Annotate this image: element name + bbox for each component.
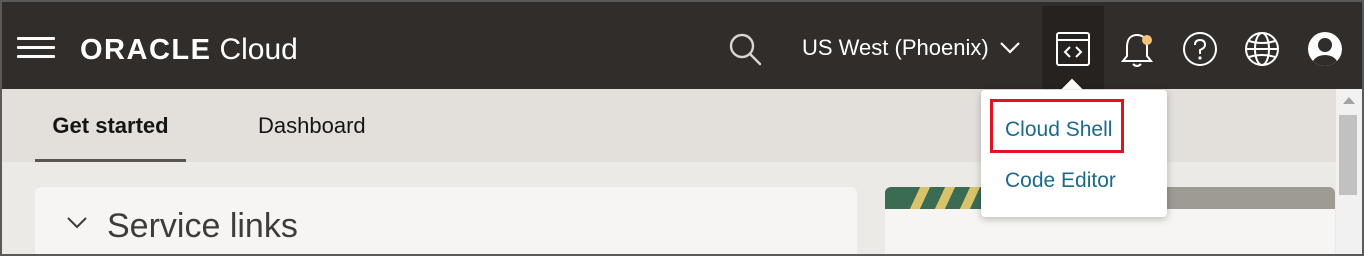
highlight-box: [990, 99, 1124, 153]
brand-cloud-text: Cloud: [219, 33, 298, 66]
globe-icon[interactable]: [1244, 31, 1280, 67]
help-icon[interactable]: [1182, 31, 1218, 67]
menu-item-code-editor[interactable]: Code Editor: [1005, 169, 1116, 193]
oracle-cloud-logo[interactable]: ORACLE Cloud: [80, 30, 298, 70]
code-icon: [1056, 32, 1090, 66]
user-icon[interactable]: [1307, 31, 1343, 67]
developer-tools-button[interactable]: [1042, 6, 1104, 89]
menu-icon[interactable]: [17, 37, 55, 59]
region-selector[interactable]: US West (Phoenix): [802, 33, 1021, 63]
tab-dashboard-label: Dashboard: [258, 112, 366, 138]
search-icon[interactable]: [728, 32, 762, 66]
scrollbar[interactable]: [1336, 89, 1362, 254]
chevron-down-icon[interactable]: [66, 216, 88, 230]
brand-oracle-text: ORACLE: [80, 33, 212, 66]
tab-dashboard[interactable]: Dashboard: [258, 89, 366, 162]
app-window: ORACLE Cloud US West (Phoenix) Get start…: [0, 0, 1364, 256]
top-nav-bar: ORACLE Cloud US West (Phoenix): [2, 2, 1362, 89]
tab-get-started[interactable]: Get started: [35, 89, 186, 162]
tab-get-started-label: Get started: [52, 112, 169, 138]
scroll-thumb[interactable]: [1339, 115, 1357, 195]
region-label: US West (Phoenix): [802, 35, 989, 60]
bell-icon[interactable]: [1119, 30, 1155, 70]
scroll-up-arrow-icon[interactable]: [1343, 97, 1355, 104]
chevron-down-icon: [999, 42, 1020, 54]
section-title: Service links: [107, 207, 298, 245]
